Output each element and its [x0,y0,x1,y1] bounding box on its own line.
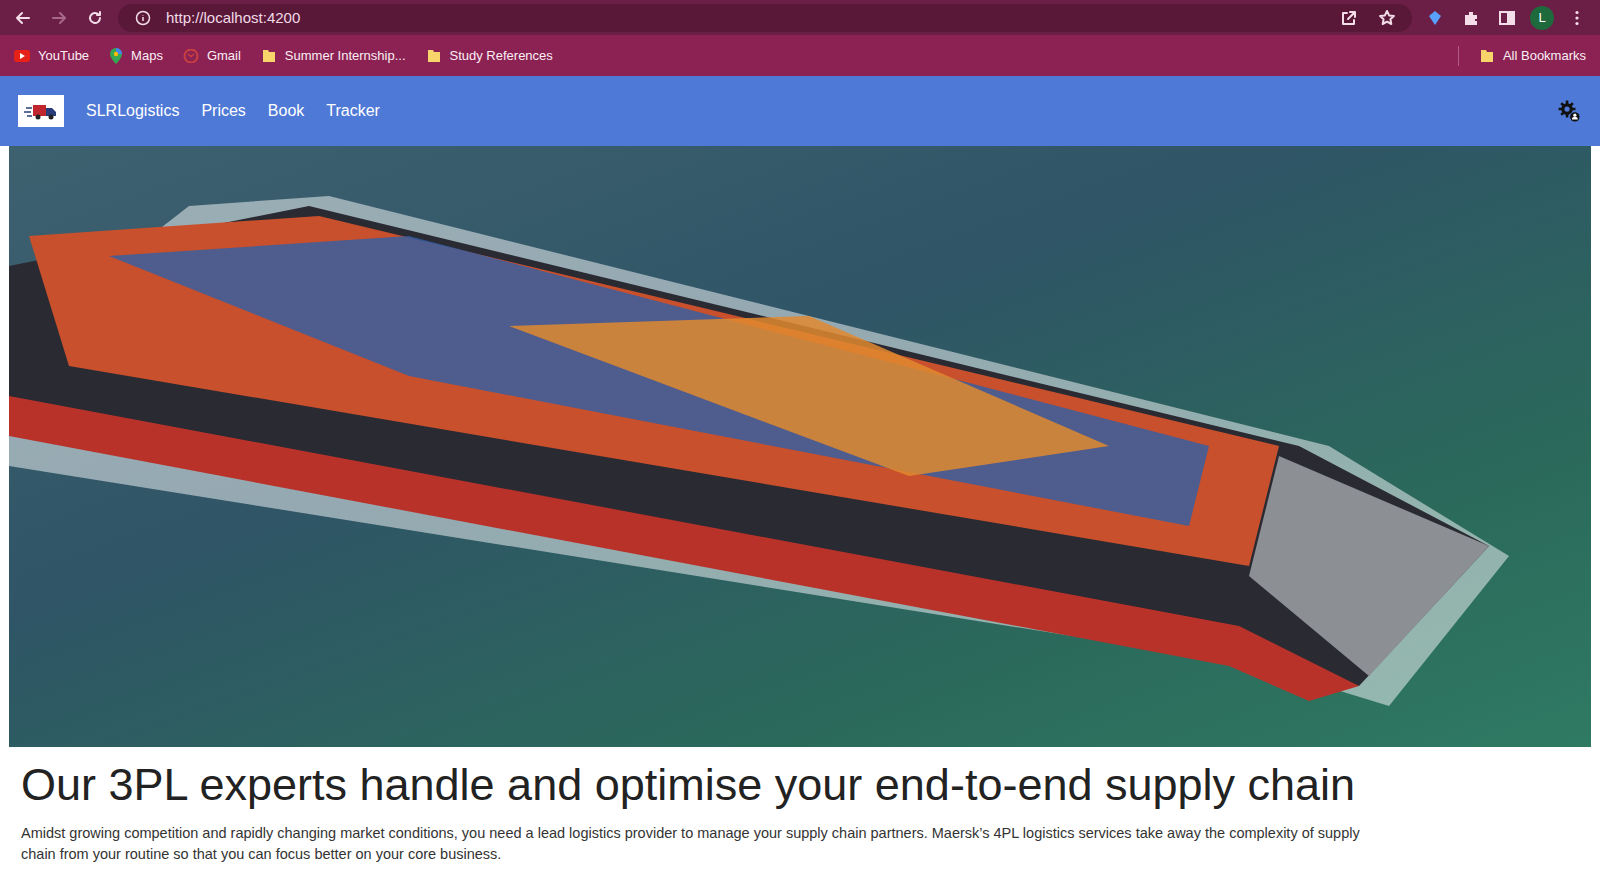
bookmark[interactable]: YouTube [14,48,89,63]
info-icon[interactable] [130,5,156,31]
maps-icon [109,47,123,65]
bookmark[interactable]: Study References [426,48,553,64]
brand-link[interactable]: SLRLogistics [86,102,179,120]
nav-link[interactable]: Tracker [326,102,380,120]
back-icon[interactable] [10,5,36,31]
hero-text: Amidst growing competition and rapidly c… [21,823,1361,865]
menu-icon[interactable] [1564,5,1590,31]
nav-link[interactable]: Book [268,102,304,120]
bookmarks-bar: YouTube Maps Gmail Summer Internship... Stud… [0,35,1600,76]
gmail-icon [183,49,199,63]
browser-toolbar: http://localhost:4200 L [0,0,1600,35]
reload-icon[interactable] [82,5,108,31]
address-bar[interactable]: http://localhost:4200 [118,4,1412,32]
all-bookmarks[interactable]: All Bookmarks [1479,48,1586,64]
hero-heading: Our 3PL experts handle and optimise your… [21,757,1579,813]
bookmark[interactable]: Summer Internship... [261,48,406,64]
user-settings-icon[interactable] [1556,98,1582,124]
folder-icon [1479,48,1495,64]
nav-link[interactable]: Prices [201,102,245,120]
share-icon[interactable] [1336,5,1362,31]
extension-gem-icon[interactable] [1422,5,1448,31]
truck-logo-icon[interactable] [18,95,64,127]
hero-image [9,146,1591,747]
profile-avatar[interactable]: L [1530,6,1554,30]
star-icon[interactable] [1374,5,1400,31]
side-panel-icon[interactable] [1494,5,1520,31]
folder-icon [426,48,442,64]
forward-icon[interactable] [46,5,72,31]
extensions-icon[interactable] [1458,5,1484,31]
bookmark[interactable]: Gmail [183,48,241,63]
youtube-icon [14,50,30,62]
url-text[interactable]: http://localhost:4200 [166,9,1326,26]
folder-icon [261,48,277,64]
navbar: SLRLogistics Prices Book Tracker [0,76,1600,146]
bookmark[interactable]: Maps [109,47,163,65]
